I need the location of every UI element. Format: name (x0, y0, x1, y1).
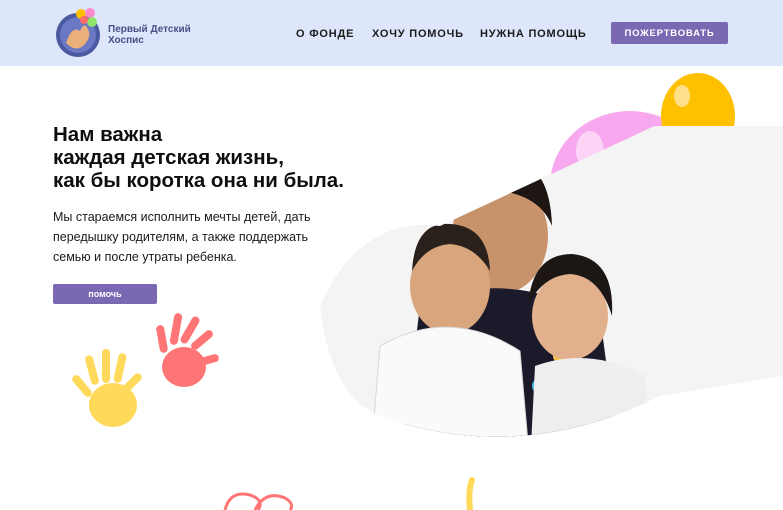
help-button[interactable]: помочь (53, 284, 157, 304)
logo-text-line-1: Первый Детский (108, 24, 191, 35)
hero-family-photo (320, 73, 783, 437)
handprints-icon (72, 313, 219, 427)
site-header: Первый Детский Хоспис О ФОНДЕ ХОЧУ ПОМОЧ… (0, 0, 783, 66)
logo-text: Первый Детский Хоспис (108, 24, 208, 46)
nav-need-help[interactable]: НУЖНА ПОМОЩЬ (480, 28, 587, 40)
logo-text-line-2: Хоспис (108, 35, 144, 46)
donate-button[interactable]: ПОЖЕРТВОВАТЬ (611, 22, 728, 44)
bottom-decoration (223, 477, 475, 510)
nav-want-to-help[interactable]: ХОЧУ ПОМОЧЬ (372, 28, 464, 40)
hospice-logo-icon[interactable] (54, 7, 104, 59)
nav-about[interactable]: О ФОНДЕ (296, 28, 354, 40)
